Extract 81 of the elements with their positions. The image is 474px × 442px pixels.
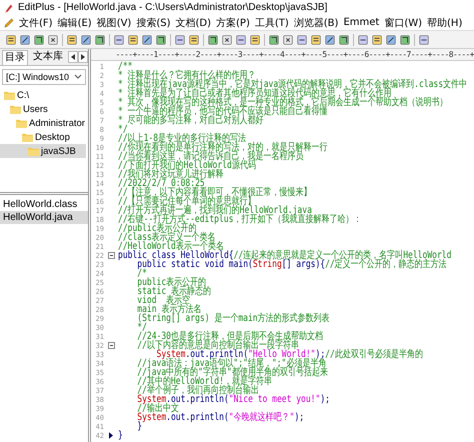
code-line: //HelloWorld表示一个类名 (118, 242, 224, 251)
pencil-icon (4, 18, 14, 28)
folder-name: Administrator (29, 118, 85, 128)
code-line: //下面打开我们的HelloWorld源代码 (118, 161, 256, 170)
folder-icon (10, 104, 21, 114)
file-item[interactable]: HelloWorld.java (0, 211, 88, 224)
code-line: //java语法：java语句以";"结尾，";"必须是半角 (136, 359, 326, 368)
code-line: System.out.println("Hello World!");//此处双引号必须是半角的 (156, 350, 423, 359)
code-line: } (118, 431, 123, 440)
menu-item[interactable]: 窗口(W) (384, 16, 422, 30)
folder-icon (16, 118, 27, 128)
code-line: //当你看到这里，请记得告诉自己，我是一名程序员 (118, 152, 304, 161)
code-line: System.out.println("Nice to meet you!"); (136, 395, 330, 404)
folder-name: Users (23, 104, 48, 114)
code-line: viod 表示空 (136, 296, 190, 305)
folder-icon (22, 132, 33, 142)
code-line: * 一个牛逼的程序员，他写的代码不应该是只能自己看得懂 (118, 107, 328, 116)
chevron-down-icon (74, 74, 82, 80)
folder-name: javaSJB (41, 146, 76, 156)
code-line: //java中所有的"字符串"都使用半角的双引号括起来 (136, 368, 328, 377)
folder-item[interactable]: javaSJB (0, 144, 86, 158)
code-line: * 注释首先是为了让自己或者其他程序员知道这段代码的意思，它有什么作用 (118, 89, 392, 98)
folder-item[interactable]: C:\ (0, 88, 86, 102)
code-line: //举个例子，我们再向控制台输出 (136, 386, 259, 395)
window-title: EditPlus - [HelloWorld.java - C:\Users\Administrator\Desktop\javaSJB] (18, 2, 328, 13)
folder-item[interactable]: Users (0, 102, 86, 116)
code-line: //你现在看到的是单行注释的写法，对的，就是只解释一行 (118, 143, 328, 152)
menu-item[interactable]: 视图(V) (96, 16, 132, 30)
fold-icon[interactable] (108, 342, 114, 349)
menu-item[interactable]: 搜索(S) (136, 16, 170, 30)
code-line: //打开方式再讲一遍，找到我们的HelloWorld.java (118, 206, 312, 215)
folder-item[interactable]: Desktop (0, 130, 86, 144)
code-line: public class HelloWorld{//连起来的意思就是定义一个公开的类，名字叫HelloWorld (118, 251, 452, 260)
code-line: //【注意，以下内容看看即可，不懂很正常，慢慢来】 (118, 188, 312, 197)
code-line: //右键--打开方式--editplus，打开如下（我就直接解释了哈）： (118, 215, 362, 224)
fold-icon[interactable] (108, 252, 114, 259)
code-line: } (136, 422, 142, 431)
code-line: //以下内容的意思是向控制台输出一段字符串 (136, 341, 299, 350)
drive-dropdown[interactable]: [C:] Windows10 (2, 69, 86, 85)
menu-item[interactable]: 文档(D) (176, 16, 212, 30)
code-line: * 其次，像我现在写的这种格式，是一种专业的格式，它后期会生成一个帮助文档（说明书） (118, 98, 448, 107)
app-icon (4, 2, 14, 12)
code-line: */ (136, 323, 147, 332)
menu-item[interactable]: 文件(F) (19, 16, 53, 30)
sidebar-tab[interactable]: 文本库 (30, 49, 66, 65)
menu-item[interactable]: Emmet (343, 17, 380, 28)
code-line: //【只需要记住每个单词的意思就行】 (118, 197, 256, 206)
ruler: ----+----1----+----2----+----3----+----4----+----5----+----6----+----7----+----8----+ (116, 49, 474, 60)
code-line: * 尽可能的多写注释，对自己对别人都好 (118, 116, 264, 125)
code-line: static 表示静态的 (136, 287, 211, 296)
menu-item[interactable]: 工具(T) (254, 16, 289, 30)
code-line: //我们将对这玩意儿进行解释 (118, 170, 224, 179)
code-line: //以上1-8是专业的多行注释的写法 (118, 134, 246, 143)
right-arrow-icon[interactable] (78, 51, 88, 63)
code-line: */ (118, 125, 128, 134)
code-line: /* (136, 269, 147, 278)
sidebar-tab[interactable]: 目录 (2, 50, 28, 65)
code-line: System.out.println("今晚就这样吧？"); (136, 413, 304, 422)
code-line: //class表示定义一个类名 (118, 233, 216, 242)
folder-name: Desktop (35, 132, 70, 142)
code-line: * 注释出现在java源程序当中，它是对java源代码的解释说明，它并不会被编译到.class文件中 (118, 80, 468, 89)
folder-icon (28, 146, 39, 156)
menu-item[interactable]: 方案(P) (216, 16, 250, 30)
code-line: //其中的HelloWorld!，就是字符串 (136, 377, 272, 386)
code-line: //public表示公开的 (118, 224, 197, 233)
folder-name: C:\ (17, 90, 30, 100)
code-line: //输出中文 (136, 404, 179, 413)
menu-item[interactable]: 帮助(H) (427, 16, 462, 30)
folder-icon (4, 90, 15, 100)
code-line: main 表示方法名 (136, 305, 202, 314)
left-arrow-icon[interactable] (68, 51, 78, 63)
file-item[interactable]: HelloWorld.class (0, 198, 88, 211)
code-line: /** (118, 62, 132, 71)
folder-item[interactable]: Administrator (0, 116, 86, 130)
menu-item[interactable]: 浏览器(B) (294, 16, 338, 30)
code-line: //2022/2/7 0:08:25 (118, 179, 205, 188)
code-line: (String[] args) 是一个main方法的形式参数列表 (136, 314, 330, 323)
menu-item[interactable]: 编辑(E) (58, 16, 92, 30)
code-line: * 注释是什么？它拥有什么样的作用？ (118, 71, 256, 80)
code-line: public表示公开的 (136, 278, 206, 287)
code-line: public static void main(String[] args){//定义一个公开的，静态的主方法 (137, 260, 447, 269)
